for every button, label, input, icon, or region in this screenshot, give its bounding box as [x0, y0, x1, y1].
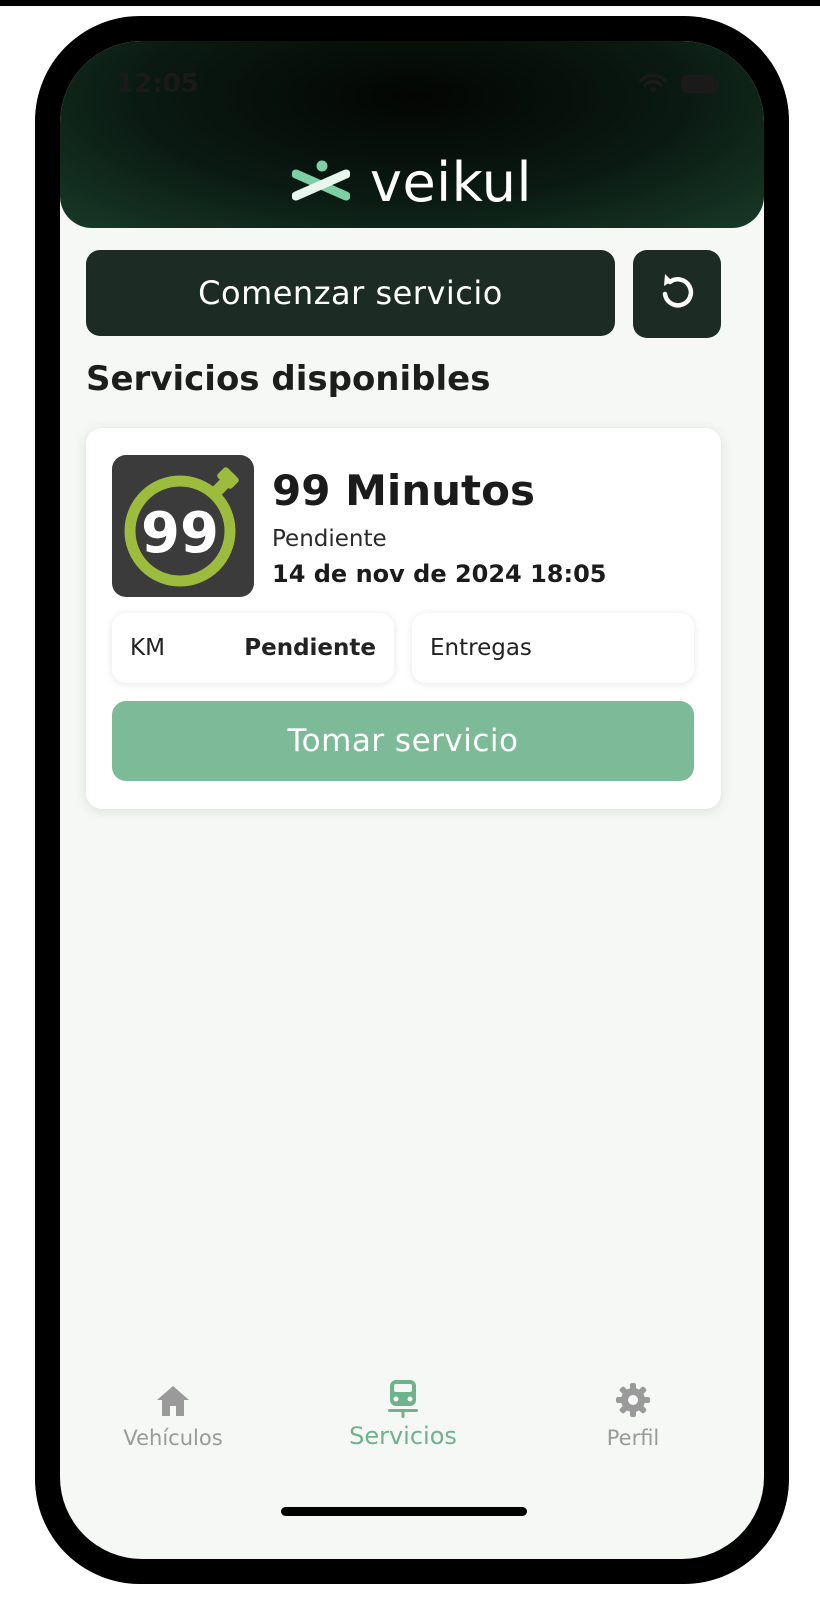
section-title: Servicios disponibles: [86, 359, 491, 399]
home-icon: [155, 1376, 191, 1418]
service-logo-text: 99: [141, 501, 219, 566]
refresh-icon: [655, 270, 699, 318]
tab-profile[interactable]: Perfil: [543, 1376, 723, 1450]
brand: veikul: [60, 151, 764, 214]
service-card: 99 99 Minutos Pendiente 14 de nov de 202…: [86, 428, 721, 809]
app-screen: 12:05 veikul Comenzar servicio Servicios…: [60, 41, 764, 1559]
status-time: 12:05: [116, 69, 199, 99]
status-icons: [638, 73, 720, 95]
start-service-button[interactable]: Comenzar servicio: [86, 250, 615, 336]
app-header: 12:05 veikul: [60, 41, 764, 228]
tab-label: Perfil: [606, 1426, 660, 1450]
brand-name: veikul: [369, 151, 533, 214]
tab-label: Servicios: [349, 1422, 457, 1450]
refresh-button[interactable]: [633, 250, 721, 338]
service-status: Pendiente: [272, 526, 387, 552]
gear-icon: [615, 1376, 651, 1418]
take-service-button[interactable]: Tomar servicio: [112, 701, 694, 781]
car-icon: [387, 1376, 419, 1418]
km-info-box: KM Pendiente: [112, 613, 394, 683]
battery-icon: [680, 74, 720, 94]
tab-bar: Vehículos Servicios Perfil: [60, 1376, 764, 1486]
home-indicator: [281, 1507, 527, 1516]
tab-vehicles[interactable]: Vehículos: [83, 1376, 263, 1450]
tab-services[interactable]: Servicios: [313, 1376, 493, 1450]
service-name: 99 Minutos: [272, 466, 535, 515]
km-label: KM: [130, 635, 165, 661]
deliveries-info-box: Entregas: [412, 613, 694, 683]
service-logo: 99: [112, 455, 254, 597]
phone-frame: 12:05 veikul Comenzar servicio Servicios…: [35, 16, 789, 1584]
veikul-logo-icon: [291, 160, 350, 206]
km-value: Pendiente: [244, 635, 376, 661]
tab-label: Vehículos: [123, 1426, 223, 1450]
deliveries-label: Entregas: [430, 635, 532, 661]
top-edge: [0, 0, 820, 6]
service-datetime: 14 de nov de 2024 18:05: [272, 560, 607, 588]
wifi-icon: [638, 73, 668, 95]
